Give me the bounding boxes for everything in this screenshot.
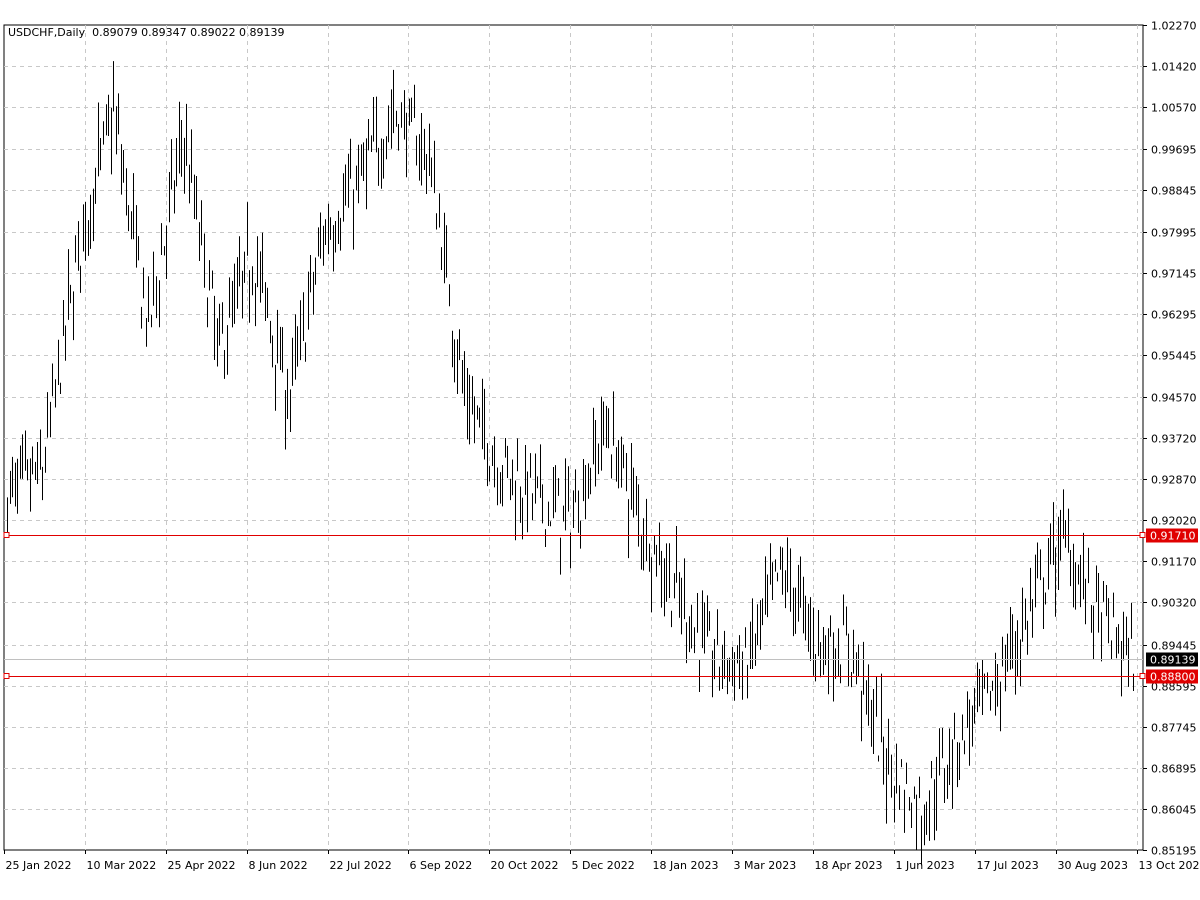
price-chart[interactable]: USDCHF,Daily 0.89079 0.89347 0.89022 0.8… xyxy=(0,0,1200,900)
y-tick-label: 0.99695 xyxy=(1151,144,1197,157)
x-tick-label: 18 Apr 2023 xyxy=(815,859,883,872)
x-tick-label: 17 Jul 2023 xyxy=(977,859,1039,872)
support-line-handle[interactable] xyxy=(1139,673,1146,679)
x-tick-label: 10 Mar 2022 xyxy=(87,859,157,872)
x-tick-label: 8 Jun 2022 xyxy=(249,859,308,872)
y-tick-label: 0.97145 xyxy=(1151,268,1197,281)
y-tick-label: 0.98845 xyxy=(1151,185,1197,198)
y-tick-label: 0.92870 xyxy=(1151,474,1197,487)
y-tick-label: 0.89445 xyxy=(1151,640,1197,653)
x-tick-label: 5 Dec 2022 xyxy=(572,859,635,872)
resistance-line-handle[interactable] xyxy=(3,532,10,538)
x-tick-label: 22 Jul 2022 xyxy=(330,859,392,872)
y-tick-label: 1.01420 xyxy=(1151,61,1197,74)
x-tick-label: 1 Jun 2023 xyxy=(896,859,955,872)
y-tick-label: 0.90320 xyxy=(1151,597,1197,610)
support-line-handle[interactable] xyxy=(3,673,10,679)
support-price-tag-label: 0.88800 xyxy=(1150,671,1196,684)
x-tick-label: 13 Oct 2023 xyxy=(1139,859,1200,872)
x-tick-label: 6 Sep 2022 xyxy=(410,859,473,872)
x-tick-label: 18 Jan 2023 xyxy=(653,859,719,872)
resistance-line-handle[interactable] xyxy=(1139,532,1146,538)
x-tick-label: 25 Apr 2022 xyxy=(168,859,236,872)
y-tick-label: 0.94570 xyxy=(1151,392,1197,405)
y-tick-label: 0.86895 xyxy=(1151,763,1197,776)
y-tick-label: 1.00570 xyxy=(1151,102,1197,115)
y-tick-label: 0.95445 xyxy=(1151,350,1197,363)
x-tick-label: 3 Mar 2023 xyxy=(734,859,797,872)
y-tick-label: 0.87745 xyxy=(1151,722,1197,735)
y-tick-label: 0.96295 xyxy=(1151,309,1197,322)
current-price-tag-label: 0.89139 xyxy=(1150,654,1196,667)
y-tick-label: 0.92020 xyxy=(1151,515,1197,528)
y-tick-label: 0.93720 xyxy=(1151,433,1197,446)
x-tick-label: 20 Oct 2022 xyxy=(491,859,559,872)
y-tick-label: 0.97995 xyxy=(1151,227,1197,240)
y-tick-label: 0.91170 xyxy=(1151,556,1197,569)
chart-canvas[interactable]: 1.02270 1.01420 1.00570 0.99695 0.98845 0.979… xyxy=(0,0,1200,900)
y-tick-label: 0.86045 xyxy=(1151,804,1197,817)
x-tick-label: 25 Jan 2022 xyxy=(6,859,72,872)
y-tick-label: 0.85195 xyxy=(1151,845,1197,858)
y-tick-label: 1.02270 xyxy=(1151,20,1197,33)
resistance-price-tag-label: 0.91710 xyxy=(1150,530,1196,543)
x-tick-label: 30 Aug 2023 xyxy=(1058,859,1128,872)
